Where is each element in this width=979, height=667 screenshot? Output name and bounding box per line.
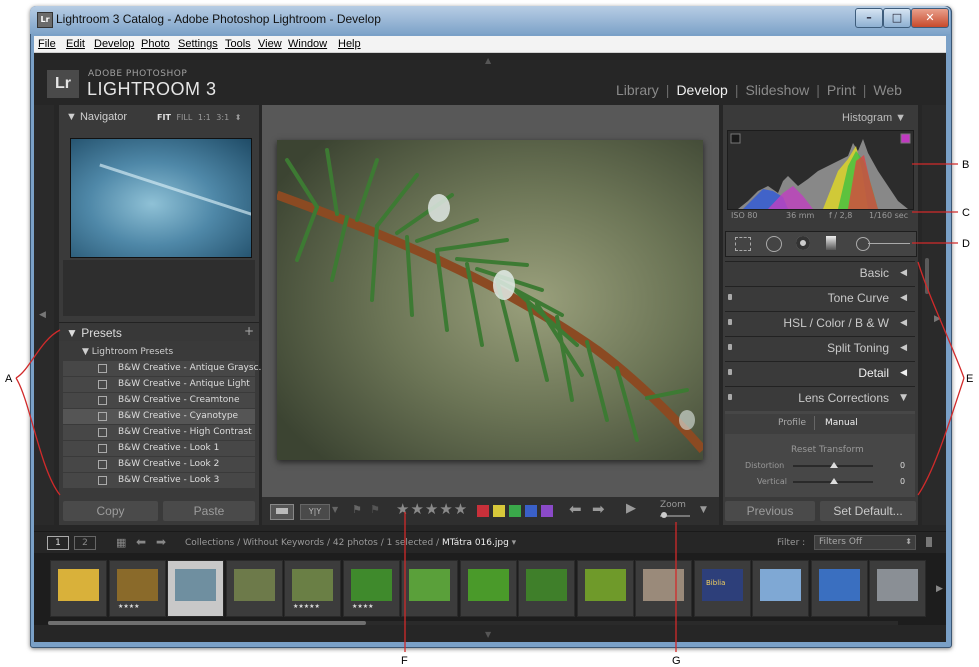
callout-line-a-bottom bbox=[15, 377, 61, 496]
callout-line-e-top bbox=[917, 261, 965, 379]
callout-f: F bbox=[401, 655, 408, 667]
callout-annotations: A B C D E F G bbox=[5, 159, 973, 667]
callout-c: C bbox=[962, 207, 970, 219]
callout-a: A bbox=[5, 373, 13, 385]
callout-d: D bbox=[962, 238, 970, 250]
callout-e: E bbox=[966, 373, 973, 385]
callout-line-e-bottom bbox=[917, 377, 965, 496]
callout-line-a-top bbox=[15, 329, 61, 379]
callout-g: G bbox=[672, 655, 681, 667]
callout-b: B bbox=[962, 159, 969, 171]
